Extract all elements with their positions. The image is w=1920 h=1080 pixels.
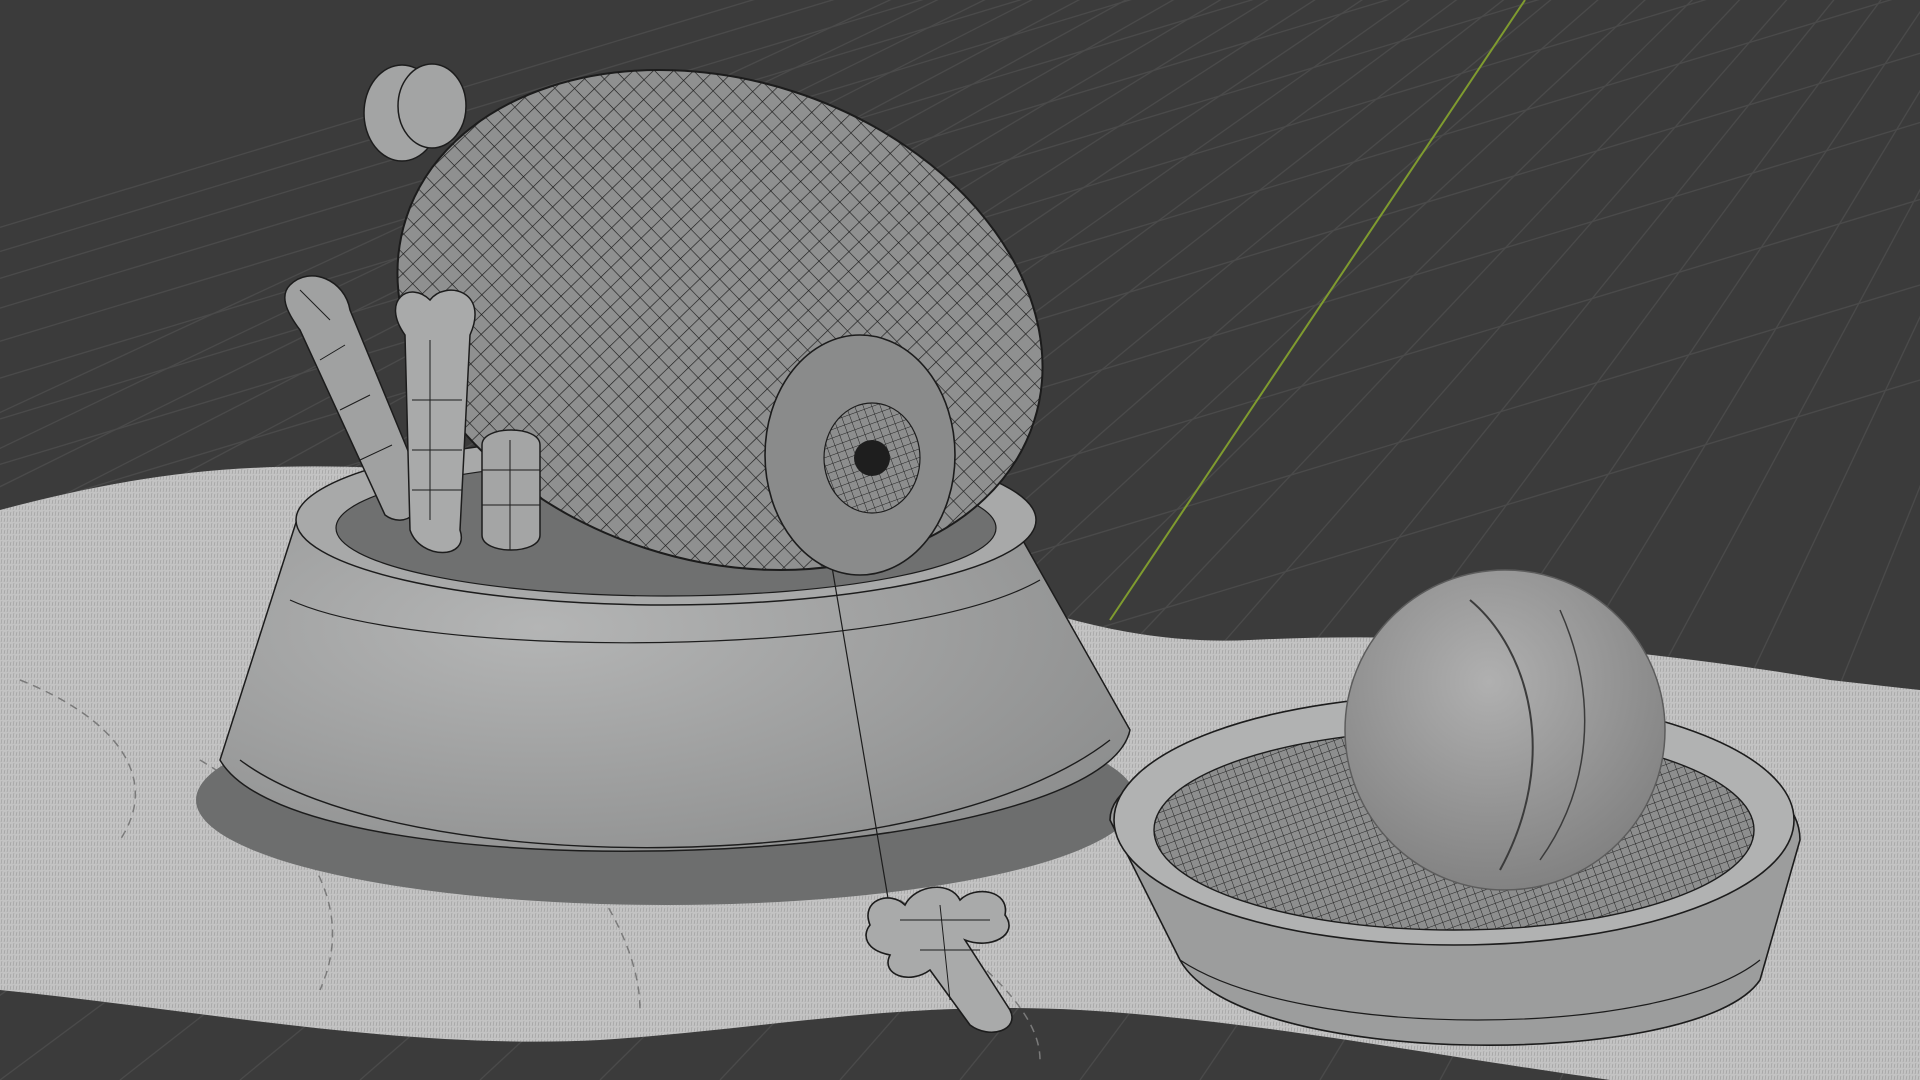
viewport-canvas[interactable] xyxy=(0,0,1920,1080)
3d-viewport[interactable] xyxy=(0,0,1920,1080)
tennis-ball[interactable] xyxy=(1344,569,1666,891)
small-sausage[interactable] xyxy=(481,429,541,551)
